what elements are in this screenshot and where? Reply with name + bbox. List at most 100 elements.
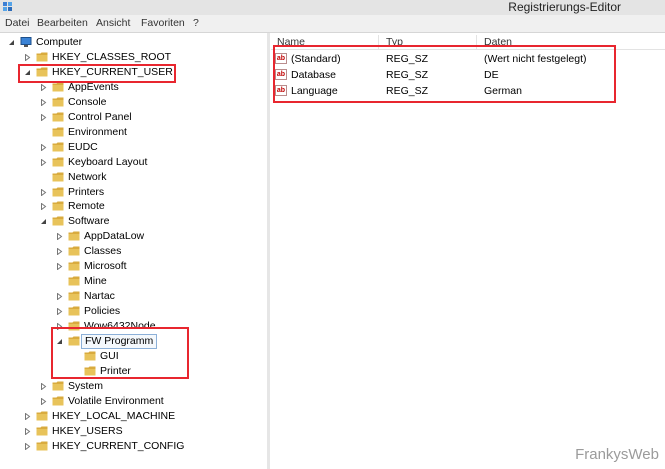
tree-node-keyboard-layout[interactable]: Keyboard Layout [0,155,266,170]
folder-icon [36,52,48,62]
collapsed-arrow-icon[interactable] [40,188,47,196]
expanded-arrow-icon[interactable] [8,39,15,46]
tree-node-volatile-environment[interactable]: Volatile Environment [0,394,266,409]
collapsed-arrow-icon[interactable] [40,382,47,390]
folder-icon [36,426,48,436]
title-bar: Registrierungs-Editor [0,0,665,15]
annotation-box-hkcu [18,64,176,83]
tree-node-classes[interactable]: Classes [0,244,266,259]
tree-node-policies[interactable]: Policies [0,304,266,319]
folder-icon [68,276,80,286]
registry-tree[interactable]: Computer HKEY_CLASSES_ROOT HKEY_CURRENT_US… [0,33,268,469]
collapsed-arrow-icon[interactable] [56,308,63,316]
tree-node-computer[interactable]: Computer [0,35,266,50]
tree-node-label: HKEY_CURRENT_CONFIG [52,439,185,452]
tree-node-label: Computer [36,36,83,48]
tree-node-control-panel[interactable]: Control Panel [0,110,266,125]
tree-node-label: Microsoft [84,260,127,273]
tree-node-environment[interactable]: Environment [0,125,266,140]
computer-icon [20,37,32,47]
tree-node-label: HKEY_LOCAL_MACHINE [52,409,176,422]
collapsed-arrow-icon[interactable] [40,143,47,151]
tree-node-label: Environment [68,125,127,138]
tree-node-label: Policies [84,305,121,318]
tree-node-label: Remote [68,200,105,213]
pane-splitter[interactable] [267,33,270,469]
folder-icon [52,97,64,107]
folder-icon [52,201,64,211]
folder-icon [68,261,80,271]
folder-icon [52,216,64,226]
collapsed-arrow-icon[interactable] [24,53,31,61]
folder-icon [68,231,80,241]
tree-node-label: Printers [68,185,105,198]
tree-node-label: Keyboard Layout [68,155,148,168]
regedit-icon[interactable] [2,1,14,13]
tree-node-label: Volatile Environment [68,394,164,407]
folder-icon [52,82,64,92]
collapsed-arrow-icon[interactable] [56,233,63,241]
folder-icon [52,157,64,167]
tree-node-hkey-classes-root[interactable]: HKEY_CLASSES_ROOT [0,50,266,65]
collapsed-arrow-icon[interactable] [24,442,31,450]
folder-icon [52,142,64,152]
tree-node-nartac[interactable]: Nartac [0,289,266,304]
tree-node-label: Network [68,170,107,183]
folder-icon [52,112,64,122]
tree-node-microsoft[interactable]: Microsoft [0,259,266,274]
folder-icon [36,441,48,451]
folder-icon [52,172,64,182]
collapsed-arrow-icon[interactable] [24,427,31,435]
tree-node-hkey-local-machine[interactable]: HKEY_LOCAL_MACHINE [0,409,266,424]
menu-bearbeiten[interactable]: Bearbeiten [37,15,88,32]
collapsed-arrow-icon[interactable] [56,263,63,271]
folder-icon [52,127,64,137]
menu-ansicht[interactable]: Ansicht [96,15,130,32]
expanded-arrow-icon[interactable] [40,218,47,225]
collapsed-arrow-icon[interactable] [40,397,47,405]
folder-icon [68,246,80,256]
tree-node-hkey-current-config[interactable]: HKEY_CURRENT_CONFIG [0,439,266,454]
collapsed-arrow-icon[interactable] [40,203,47,211]
folder-icon [52,396,64,406]
tree-node-network[interactable]: Network [0,170,266,185]
tree-node-label: System [68,379,104,392]
watermark: FrankysWeb [575,446,659,463]
tree-node-label: EUDC [68,140,98,153]
collapsed-arrow-icon[interactable] [56,248,63,256]
tree-node-software[interactable]: Software [0,214,266,229]
annotation-box-values [273,45,616,103]
tree-node-label: Software [68,215,110,228]
tree-node-remote[interactable]: Remote [0,199,266,214]
menu-help[interactable]: ? [193,15,199,32]
tree-node-hkey-users[interactable]: HKEY_USERS [0,424,266,439]
window-title: Registrierungs-Editor [508,0,621,14]
collapsed-arrow-icon[interactable] [24,412,31,420]
menu-datei[interactable]: Datei [5,15,30,32]
tree-node-label: Control Panel [68,110,132,123]
tree-node-label: Mine [84,275,107,288]
folder-icon [36,411,48,421]
collapsed-arrow-icon[interactable] [40,113,47,121]
tree-node-label: HKEY_CLASSES_ROOT [52,50,172,63]
tree-node-system[interactable]: System [0,379,266,394]
tree-node-label: Nartac [84,290,115,303]
collapsed-arrow-icon[interactable] [40,98,47,106]
collapsed-arrow-icon[interactable] [56,293,63,301]
tree-node-printers[interactable]: Printers [0,185,266,200]
tree-node-label: Classes [84,245,122,258]
tree-node-mine[interactable]: Mine [0,274,266,289]
collapsed-arrow-icon[interactable] [40,158,47,166]
tree-node-appdatalow[interactable]: AppDataLow [0,229,266,244]
tree-node-eudc[interactable]: EUDC [0,140,266,155]
menu-bar: Datei Bearbeiten Ansicht Favoriten ? [0,15,665,33]
collapsed-arrow-icon[interactable] [40,83,47,91]
tree-node-label: Console [68,95,107,108]
tree-node-console[interactable]: Console [0,95,266,110]
tree-node-label: AppDataLow [84,230,145,243]
menu-favoriten[interactable]: Favoriten [141,15,185,32]
annotation-box-fw-programm [51,327,189,379]
folder-icon [68,291,80,301]
folder-icon [68,306,80,316]
folder-icon [52,187,64,196]
